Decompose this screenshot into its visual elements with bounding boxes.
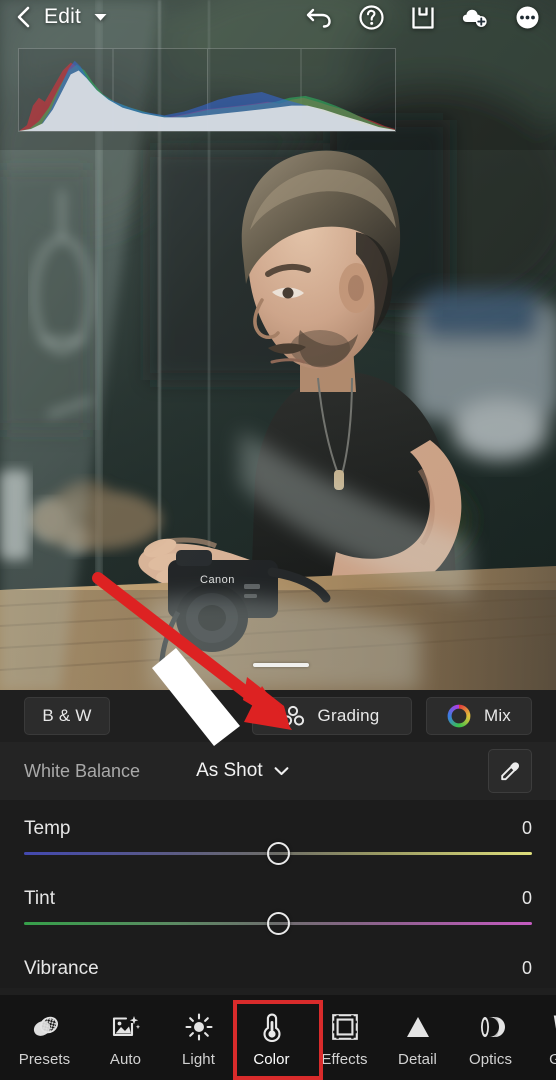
nav-detail-label: Detail: [398, 1051, 437, 1068]
eyedropper-button[interactable]: [488, 749, 532, 793]
nav-presets[interactable]: Presets: [0, 1005, 89, 1077]
color-panel: B & W Grading Mix White Balance As Shot …: [0, 690, 556, 995]
photo-canvas[interactable]: Canon: [0, 0, 556, 690]
back-button[interactable]: [14, 6, 34, 28]
chevron-left-icon: [17, 6, 30, 28]
nav-color-label: Color: [253, 1051, 290, 1068]
tint-label: Tint: [24, 888, 55, 909]
bw-label: B & W: [42, 706, 92, 725]
eyedropper-icon: [501, 762, 520, 781]
nav-auto-label: Auto: [109, 1051, 142, 1068]
sun-icon: [184, 1012, 213, 1042]
temp-label: Temp: [24, 818, 71, 839]
question-mark-circle-icon: [358, 4, 384, 30]
nav-optics[interactable]: Optics: [454, 1005, 527, 1077]
temp-value: 0: [521, 818, 532, 838]
nav-auto[interactable]: Auto: [89, 1005, 162, 1077]
histogram-curves: [19, 49, 395, 131]
color-wheel-icon: [447, 704, 471, 728]
nav-light-label: Light: [181, 1051, 216, 1068]
cloud-plus-icon: [462, 9, 487, 27]
nav-color[interactable]: Color: [235, 1005, 308, 1077]
color-mode-chip-row: B & W Grading Mix: [0, 690, 556, 742]
nav-effects-label: Effects: [321, 1051, 368, 1068]
chevron-down-icon: [94, 14, 107, 21]
nav-effects[interactable]: Effects: [308, 1005, 381, 1077]
nav-light[interactable]: Light: [162, 1005, 235, 1077]
temp-knob[interactable]: [266, 842, 290, 865]
grading-label: Grading: [317, 706, 380, 725]
geometry-icon: [551, 1012, 556, 1042]
nav-geometry[interactable]: Geo: [527, 1005, 556, 1077]
presets-overlap-circles-icon: [30, 1012, 60, 1042]
triangle-icon: [404, 1012, 432, 1042]
nav-geometry-label: Geo: [549, 1051, 556, 1068]
histogram[interactable]: [18, 48, 396, 132]
bottom-nav: Presets Auto Light Color Effects Detail …: [0, 995, 556, 1080]
white-balance-select[interactable]: As Shot: [196, 760, 289, 782]
tint-slider[interactable]: Tint 0: [24, 876, 532, 946]
white-balance-label: White Balance: [24, 760, 141, 781]
crop-brackets-icon: [331, 1012, 359, 1042]
more-options-button[interactable]: [514, 4, 540, 30]
grading-button[interactable]: Grading: [252, 697, 412, 735]
bw-toggle-button[interactable]: B & W: [24, 697, 110, 735]
tint-value: 0: [521, 888, 532, 908]
mix-button[interactable]: Mix: [426, 697, 532, 735]
cloud-add-button[interactable]: [462, 4, 488, 30]
vibrance-value: 0: [521, 958, 532, 978]
share-export-icon: [412, 7, 434, 29]
white-balance-row[interactable]: White Balance As Shot: [0, 742, 556, 800]
nav-optics-label: Optics: [468, 1051, 513, 1068]
help-button[interactable]: [358, 4, 384, 30]
home-indicator: [253, 663, 309, 667]
vibrance-slider[interactable]: Vibrance 0: [24, 946, 532, 988]
nav-presets-label: Presets: [18, 1051, 71, 1068]
temp-slider[interactable]: Temp 0: [24, 806, 532, 876]
undo-arrow-icon: [306, 8, 331, 28]
vibrance-label: Vibrance: [24, 958, 99, 979]
screen-title: Edit: [44, 5, 81, 28]
share-button[interactable]: [410, 4, 436, 30]
thermometer-icon: [261, 1012, 283, 1042]
top-bar: Edit: [0, 0, 556, 34]
chevron-down-icon: [274, 767, 289, 776]
nav-detail[interactable]: Detail: [381, 1005, 454, 1077]
tint-knob[interactable]: [266, 912, 290, 935]
mix-label: Mix: [483, 706, 512, 725]
white-balance-value: As Shot: [196, 760, 263, 781]
three-circles-grading-icon: [281, 705, 305, 727]
lightroom-edit-screen: Canon: [0, 0, 556, 1080]
lens-icon: [476, 1012, 506, 1042]
slider-list: Temp 0 Tint 0 Vibrance 0: [0, 800, 556, 988]
auto-magic-photo-icon: [112, 1012, 140, 1042]
ellipsis-circle-icon: [516, 6, 538, 28]
title-dropdown-button[interactable]: [93, 12, 108, 22]
undo-button[interactable]: [306, 4, 332, 30]
